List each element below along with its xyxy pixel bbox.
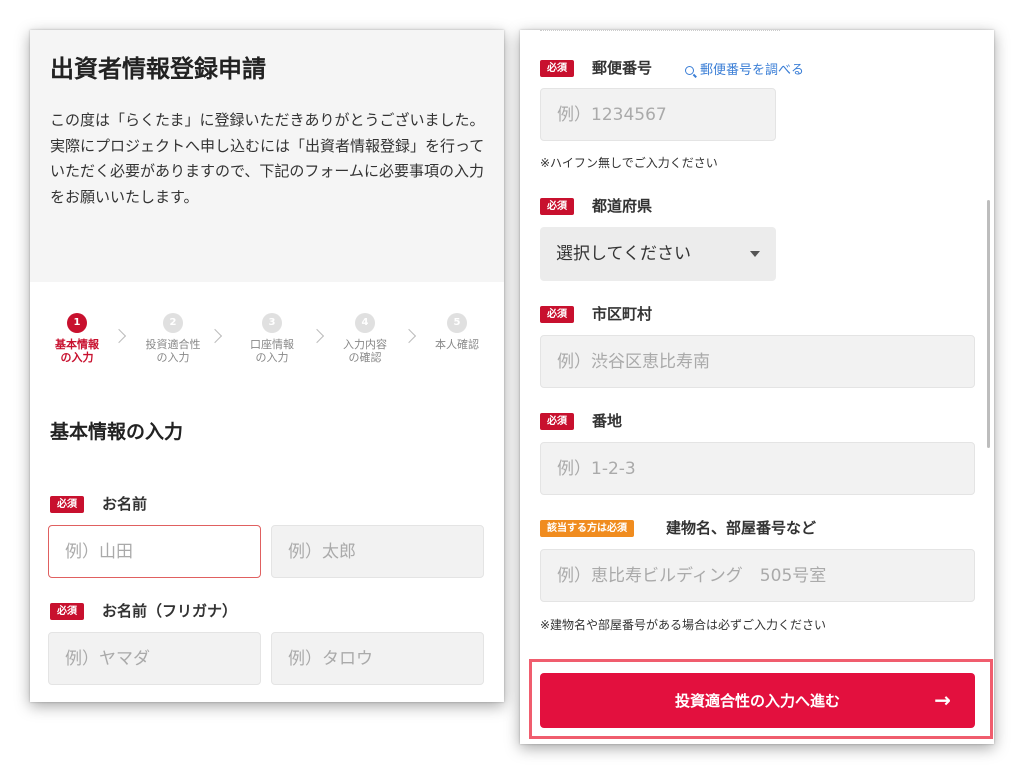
- step-label: 基本情報 の入力: [55, 338, 99, 364]
- postal-code-input[interactable]: [540, 88, 776, 141]
- chevron-right-icon: [111, 328, 127, 344]
- street-input[interactable]: [540, 442, 975, 495]
- chevron-right-icon: [207, 328, 223, 344]
- step-label: 本人確認: [435, 338, 479, 351]
- page-title: 出資者情報登録申請: [50, 55, 266, 83]
- step-number: 1: [67, 313, 87, 333]
- building-note: ※建物名や部屋番号がある場合は必ずご入力ください: [540, 618, 827, 632]
- city-input[interactable]: [540, 335, 975, 388]
- prefecture-label: 都道府県: [592, 197, 653, 215]
- first-name-kana-input[interactable]: [271, 632, 484, 685]
- required-badge: 必須: [540, 198, 574, 215]
- postal-note: ※ハイフン無しでご入力ください: [540, 156, 718, 170]
- postal-code-label: 郵便番号: [592, 59, 653, 77]
- step-number: 5: [447, 313, 467, 333]
- last-name-kana-input[interactable]: [48, 632, 261, 685]
- arrow-right-icon: →: [934, 688, 951, 712]
- step-confirm: 4 入力内容 の確認: [328, 313, 402, 364]
- conditional-required-badge: 該当する方は必須: [540, 520, 634, 537]
- form-screen-right: 必須 郵便番号 郵便番号を調べる ※ハイフン無しでご入力ください 必須 都道府県…: [520, 30, 994, 744]
- required-badge: 必須: [540, 413, 574, 430]
- city-label: 市区町村: [592, 305, 653, 323]
- scrolled-content-edge: [540, 30, 780, 31]
- building-input[interactable]: [540, 549, 975, 602]
- dropdown-arrow-icon: [750, 251, 760, 257]
- step-label: 入力内容 の確認: [343, 338, 387, 364]
- prefecture-select[interactable]: 選択してください: [540, 227, 776, 281]
- step-number: 2: [163, 313, 183, 333]
- kana-label: お名前（フリガナ）: [102, 602, 238, 620]
- required-badge: 必須: [50, 496, 84, 513]
- section-title: 基本情報の入力: [50, 421, 184, 443]
- required-badge: 必須: [540, 306, 574, 323]
- step-number: 3: [262, 313, 282, 333]
- last-name-input[interactable]: [48, 525, 261, 578]
- required-badge: 必須: [540, 60, 574, 77]
- postal-lookup-text: 郵便番号を調べる: [700, 63, 805, 78]
- step-identity: 5 本人確認: [420, 313, 494, 351]
- next-button-label: 投資適合性の入力へ進む: [674, 692, 840, 710]
- scrollbar[interactable]: [987, 200, 990, 448]
- form-screen-left: 出資者情報登録申請 この度は「らくたま」に登録いただきありがとうございました。 …: [30, 30, 504, 702]
- name-label: お名前: [102, 495, 148, 513]
- step-label: 投資適合性 の入力: [145, 338, 201, 364]
- postal-lookup-link[interactable]: 郵便番号を調べる: [685, 59, 804, 78]
- step-label: 口座情報 の入力: [250, 338, 294, 364]
- required-badge: 必須: [50, 603, 84, 620]
- chevron-right-icon: [309, 328, 325, 344]
- intro-text: この度は「らくたま」に登録いただきありがとうございました。 実際にプロジェクトへ…: [50, 111, 485, 206]
- progress-steps: 1 基本情報 の入力 2 投資適合性 の入力 3 口座情報 の入力 4 入力内容…: [30, 313, 504, 373]
- building-label: 建物名、部屋番号など: [666, 519, 817, 537]
- step-suitability: 2 投資適合性 の入力: [136, 313, 210, 364]
- street-label: 番地: [592, 412, 623, 430]
- prefecture-selected-value: 選択してください: [556, 244, 691, 264]
- step-number: 4: [355, 313, 375, 333]
- search-icon: [685, 66, 694, 75]
- step-basic-info: 1 基本情報 の入力: [40, 313, 114, 364]
- chevron-right-icon: [401, 328, 417, 344]
- next-suitability-button[interactable]: 投資適合性の入力へ進む →: [540, 673, 975, 728]
- first-name-input[interactable]: [271, 525, 484, 578]
- intro-section: 出資者情報登録申請 この度は「らくたま」に登録いただきありがとうございました。 …: [30, 30, 504, 282]
- step-account: 3 口座情報 の入力: [235, 313, 309, 364]
